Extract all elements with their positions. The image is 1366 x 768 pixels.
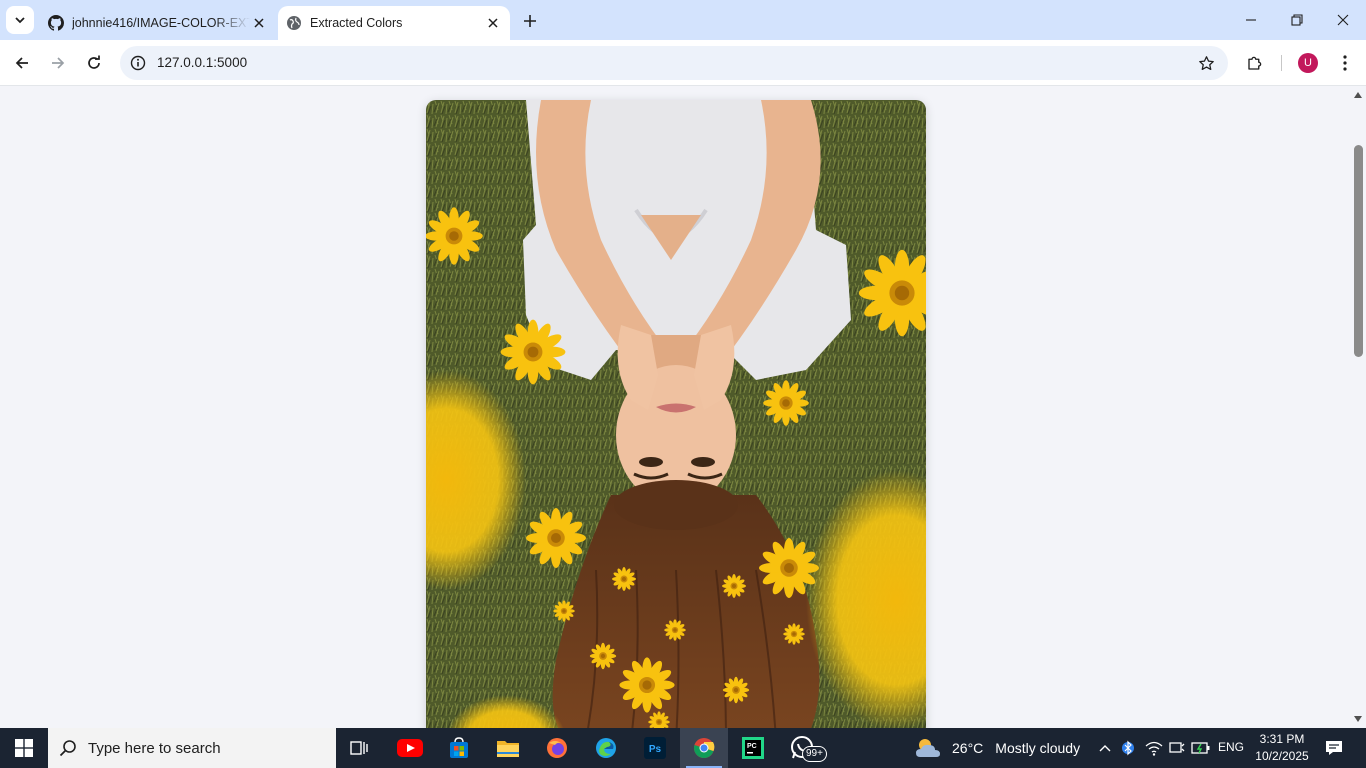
speaker-icon — [1169, 742, 1185, 753]
pycharm-icon: PC — [742, 737, 764, 759]
tab-title: johnnie416/IMAGE-COLOR-EXT — [72, 16, 250, 30]
tab-github[interactable]: johnnie416/IMAGE-COLOR-EXT — [40, 6, 276, 40]
weather-widget[interactable]: 26°C Mostly cloudy — [914, 728, 1080, 768]
clock-date: 10/2/2025 — [1255, 749, 1309, 763]
toolbar-divider — [1281, 55, 1282, 71]
arrow-left-icon — [15, 57, 28, 69]
tab-search-button[interactable] — [6, 6, 34, 34]
store-icon — [450, 737, 468, 758]
scroll-down-icon[interactable] — [1353, 714, 1363, 724]
search-icon — [48, 739, 88, 757]
windows-taskbar: Type here to search Ps PC 99+ 26°C Mostl… — [0, 728, 1366, 768]
windows-logo-icon — [15, 739, 33, 757]
wifi-icon — [1145, 741, 1163, 756]
youtube-app[interactable] — [386, 728, 434, 768]
partly-cloudy-icon — [916, 739, 940, 757]
puzzle-icon — [1248, 56, 1262, 70]
close-icon[interactable] — [484, 14, 502, 32]
new-tab-button[interactable] — [518, 9, 542, 33]
window-close-button[interactable] — [1320, 0, 1366, 40]
clock-time: 3:31 PM — [1259, 732, 1305, 746]
folder-icon — [497, 741, 519, 757]
input-language[interactable]: ENG — [1218, 740, 1244, 754]
notification-icon — [1326, 741, 1342, 755]
back-button[interactable] — [7, 48, 37, 78]
system-clock[interactable]: 3:31 PM 10/2/2025 — [1252, 731, 1312, 765]
whatsapp-app[interactable]: 99+ — [778, 728, 827, 768]
start-button[interactable] — [0, 728, 48, 768]
uploaded-photo — [426, 100, 926, 728]
chevron-up-icon — [1099, 745, 1111, 752]
microsoft-store-app[interactable] — [435, 728, 483, 768]
minimize-button[interactable] — [1228, 0, 1274, 40]
tab-extracted-colors[interactable]: Extracted Colors — [278, 6, 510, 40]
show-hidden-icons[interactable] — [1096, 728, 1114, 768]
browser-menu-button[interactable] — [1332, 50, 1358, 76]
plus-icon — [524, 15, 536, 27]
more-vertical-icon — [1343, 55, 1347, 71]
page-content — [0, 87, 1350, 728]
svg-text:PC: PC — [747, 743, 757, 750]
firefox-icon — [547, 738, 567, 758]
scroll-thumb[interactable] — [1354, 145, 1363, 357]
globe-icon — [286, 15, 302, 31]
edge-icon — [596, 738, 616, 758]
github-icon — [48, 15, 64, 31]
close-icon[interactable] — [250, 14, 268, 32]
chevron-down-icon — [15, 17, 25, 24]
bluetooth-icon — [1122, 740, 1134, 756]
scroll-up-icon[interactable] — [1353, 90, 1363, 100]
chrome-icon — [694, 738, 715, 759]
profile-avatar[interactable]: U — [1298, 53, 1318, 73]
battery-tray[interactable] — [1190, 728, 1212, 768]
weather-condition: Mostly cloudy — [995, 740, 1081, 756]
restore-button[interactable] — [1274, 0, 1320, 40]
bluetooth-tray[interactable] — [1120, 728, 1136, 768]
bookmark-star-icon[interactable] — [1196, 53, 1216, 73]
page-scrollbar[interactable] — [1350, 87, 1366, 728]
file-explorer-app[interactable] — [484, 728, 532, 768]
restore-icon — [1291, 14, 1303, 26]
notification-center-button[interactable] — [1320, 728, 1348, 768]
arrow-right-icon — [52, 57, 65, 69]
volume-tray[interactable] — [1168, 728, 1186, 768]
site-info-icon[interactable] — [128, 53, 148, 73]
photo-illustration — [426, 100, 926, 728]
minimize-icon — [1246, 19, 1256, 21]
notification-badge: 99+ — [802, 746, 827, 762]
url-text[interactable]: 127.0.0.1:5000 — [157, 55, 247, 70]
reload-icon — [88, 55, 100, 69]
chrome-app[interactable] — [680, 728, 728, 768]
weather-temperature: 26°C — [952, 740, 984, 756]
browser-titlebar: johnnie416/IMAGE-COLOR-EXT Extracted Col… — [0, 0, 1366, 40]
firefox-app[interactable] — [533, 728, 581, 768]
browser-toolbar: 127.0.0.1:5000 U — [0, 40, 1366, 86]
task-view-icon — [350, 741, 368, 755]
forward-button[interactable] — [43, 48, 73, 78]
taskbar-search-box[interactable]: Type here to search — [48, 728, 336, 768]
photoshop-app[interactable]: Ps — [631, 728, 679, 768]
search-placeholder: Type here to search — [88, 739, 221, 757]
battery-icon — [1191, 742, 1210, 754]
photoshop-icon: Ps — [644, 737, 666, 759]
reload-button[interactable] — [79, 48, 109, 78]
network-tray[interactable] — [1144, 728, 1164, 768]
edge-app[interactable] — [582, 728, 630, 768]
address-bar[interactable]: 127.0.0.1:5000 — [120, 46, 1228, 80]
tab-title: Extracted Colors — [310, 16, 403, 30]
pycharm-app[interactable]: PC — [729, 728, 777, 768]
close-icon — [1337, 14, 1349, 26]
task-view-button[interactable] — [336, 728, 384, 768]
svg-text:Ps: Ps — [649, 744, 662, 755]
extensions-button[interactable] — [1242, 50, 1268, 76]
youtube-icon — [397, 739, 423, 757]
